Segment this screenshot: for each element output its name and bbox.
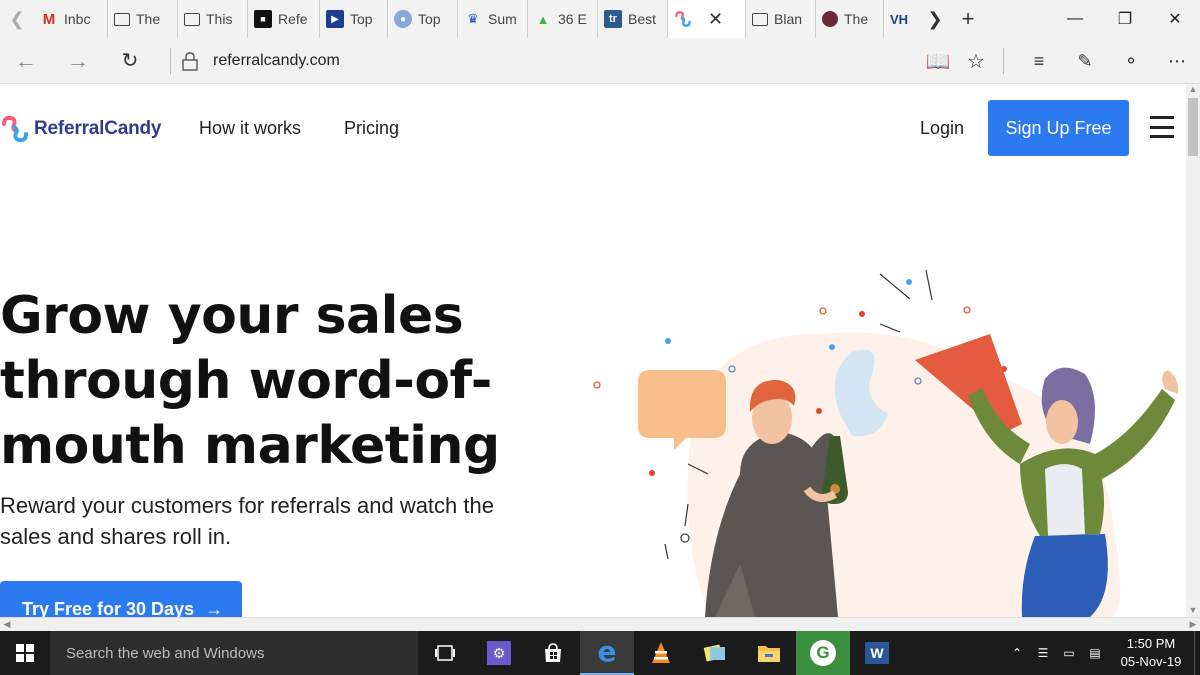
arrow-right-icon: → [205,599,224,617]
browser-tab[interactable]: M Inbc [34,0,108,38]
page-viewport: ReferralCandy How it works Pricing Login… [0,84,1186,617]
battery-icon[interactable]: ▭ [1058,646,1080,660]
taskbar: Search the web and Windows ⚙ e G W ⌃ ☰ ▭… [0,631,1200,675]
restore-icon[interactable]: ❐ [1100,0,1150,38]
refresh-icon[interactable]: ↻ [104,38,156,84]
vh-icon: VH [890,11,909,27]
page-icon [184,12,200,26]
hero-subtitle: Reward your customers for referrals and … [0,493,494,549]
window-controls: — ❐ ✕ [1050,0,1200,38]
browser-tab[interactable]: ▲ 36 E [528,0,598,38]
lock-icon [182,51,198,71]
login-link[interactable]: Login [920,118,964,139]
site-header: ReferralCandy How it works Pricing Login… [0,84,1186,174]
sign-up-button[interactable]: Sign Up Free [988,100,1129,156]
browser-tab[interactable]: tr Best [598,0,668,38]
windows-start-icon[interactable] [0,631,50,675]
grammarly-icon[interactable]: G [796,631,850,675]
circle-icon [822,11,838,27]
browser-tab[interactable]: ▶ Top [320,0,388,38]
referralcandy-icon [674,10,692,28]
close-window-icon[interactable]: ✕ [1150,0,1200,38]
hamburger-menu-icon[interactable] [1150,116,1174,138]
address-bar: ← → ↻ referralcandy.com 📖 ☆ ≡ ✎ ⚬ ⋯ [0,38,1200,84]
referral-icon: ■ [254,10,272,28]
divider [1003,48,1004,74]
brand-name: ReferralCandy [34,118,162,139]
scroll-up-icon[interactable]: ▲ [1186,84,1200,96]
page-icon [114,12,130,26]
browser-tab[interactable]: Blan [746,0,816,38]
show-hidden-icons-icon[interactable]: ⌃ [1006,646,1028,660]
clock-time: 1:50 PM [1126,636,1176,651]
gmail-icon: M [42,10,56,28]
taskbar-search-input[interactable]: Search the web and Windows [50,631,418,675]
task-view-icon[interactable] [418,631,472,675]
scroll-left-icon[interactable]: ◀ [0,618,14,631]
forward-icon[interactable]: → [52,38,104,84]
globe-icon: ● [394,10,412,28]
vlc-icon[interactable] [634,631,688,675]
scroll-right-icon[interactable]: ▶ [1186,618,1200,631]
scrollbar-thumb[interactable] [1188,98,1198,156]
favorite-star-icon[interactable]: ☆ [961,38,991,84]
referralcandy-logo-icon [2,115,28,143]
new-tab-icon[interactable]: + [950,6,986,32]
browser-tab-active[interactable]: ✕ [668,0,746,38]
nav-how-it-works[interactable]: How it works [199,118,301,139]
reading-view-icon[interactable]: 📖 [915,38,961,84]
page-icon [752,12,768,26]
speech-bubble [638,370,726,450]
try-free-button[interactable]: Try Free for 30 Days → [0,581,242,617]
scroll-down-icon[interactable]: ▼ [1186,605,1200,617]
taskbar-clock[interactable]: 1:50 PM 05-Nov-19 [1108,635,1194,671]
browser-tab[interactable]: The [108,0,178,38]
share-icon[interactable]: ⚬ [1108,38,1154,84]
browser-tab[interactable]: The [816,0,884,38]
tab-strip: ❮ M Inbc The This ■ Refe ▶ Top ● Top ♛ S… [0,0,1200,38]
hero-illustration [593,269,1179,617]
android-icon: ▲ [536,11,550,27]
store-icon[interactable] [526,631,580,675]
tab-scroll-left-icon[interactable]: ❮ [0,0,34,38]
divider [170,47,171,74]
hub-icon[interactable]: ≡ [1016,38,1062,84]
browser-tab[interactable]: This [178,0,248,38]
tab-scroll-right-icon[interactable]: ❯ [920,9,950,30]
browser-tab[interactable]: ● Top [388,0,458,38]
edge-browser-icon[interactable]: e [580,631,634,675]
sticky-notes-icon[interactable] [688,631,742,675]
browser-tab[interactable]: ♛ Sum [458,0,528,38]
vertical-scrollbar[interactable]: ▲ ▼ [1186,84,1200,617]
site-logo[interactable]: ReferralCandy [0,114,161,144]
action-center-icon[interactable]: ▤ [1084,646,1106,660]
crown-icon: ♛ [467,11,479,26]
wifi-icon[interactable]: ☰ [1032,646,1054,660]
minimize-icon[interactable]: — [1050,0,1100,38]
browser-tab[interactable]: ■ Refe [248,0,320,38]
file-explorer-icon[interactable] [742,631,796,675]
system-tray: ⌃ ☰ ▭ ▤ 1:50 PM 05-Nov-19 [1004,631,1200,675]
browser-tab[interactable]: VH [884,0,920,38]
horizontal-scrollbar[interactable]: ◀ ▶ [0,617,1200,631]
show-desktop-button[interactable] [1194,631,1200,675]
settings-app-icon[interactable]: ⚙ [472,631,526,675]
hero-title: Grow your sales through word-of- mouth m… [0,286,500,476]
more-icon[interactable]: ⋯ [1154,38,1200,84]
clock-date: 05-Nov-19 [1120,654,1182,669]
back-icon[interactable]: ← [0,38,52,84]
nav-pricing[interactable]: Pricing [344,118,399,139]
play-icon: ▶ [326,10,344,28]
url-field[interactable]: referralcandy.com [213,52,340,70]
web-note-icon[interactable]: ✎ [1062,38,1108,84]
word-icon[interactable]: W [850,631,904,675]
close-tab-icon[interactable]: ✕ [708,9,723,30]
tr-icon: tr [604,10,622,28]
